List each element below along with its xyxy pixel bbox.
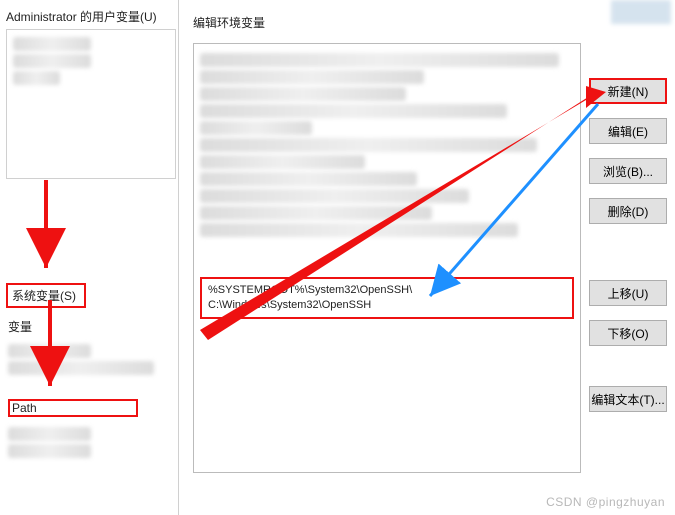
column-header-variable: 变量 — [8, 318, 176, 335]
user-vars-label: Administrator 的用户变量(U) — [6, 8, 176, 25]
edit-button[interactable]: 编辑(E) — [589, 118, 667, 144]
list-item[interactable] — [8, 344, 91, 358]
highlighted-path-entries[interactable]: %SYSTEMROOT%\System32\OpenSSH\ C:\Window… — [200, 277, 574, 319]
path-entry[interactable]: C:\Windows\System32\OpenSSH — [208, 298, 566, 313]
sysvar-path-row[interactable]: Path — [8, 399, 138, 417]
list-item[interactable] — [200, 121, 312, 135]
system-vars-label: 系统变量(S) — [6, 283, 86, 308]
list-item[interactable] — [200, 223, 518, 237]
list-item[interactable] — [200, 206, 432, 220]
move-up-button[interactable]: 上移(U) — [589, 280, 667, 306]
list-item[interactable] — [200, 172, 417, 186]
list-item[interactable] — [200, 104, 507, 118]
user-vars-listbox[interactable] — [6, 29, 176, 179]
path-entry[interactable]: %SYSTEMROOT%\System32\OpenSSH\ — [208, 283, 566, 298]
list-item[interactable] — [8, 361, 154, 375]
list-item[interactable] — [200, 138, 537, 152]
list-item[interactable] — [8, 427, 91, 441]
list-item[interactable] — [13, 54, 91, 68]
list-item[interactable] — [200, 155, 365, 169]
list-item[interactable] — [13, 37, 91, 51]
list-item[interactable] — [200, 87, 406, 101]
list-item[interactable] — [200, 70, 424, 84]
list-item[interactable] — [8, 444, 91, 458]
watermark: CSDN @pingzhuyan — [546, 495, 665, 509]
system-vars-listbox[interactable]: Path — [6, 339, 176, 463]
list-item[interactable] — [200, 189, 469, 203]
path-entries-listbox[interactable]: %SYSTEMROOT%\System32\OpenSSH\ C:\Window… — [193, 43, 581, 473]
edit-text-button[interactable]: 编辑文本(T)... — [589, 386, 667, 412]
list-item[interactable] — [200, 53, 559, 67]
dialog-title: 编辑环境变量 — [193, 14, 581, 31]
delete-button[interactable]: 删除(D) — [589, 198, 667, 224]
list-item[interactable] — [13, 71, 60, 85]
browse-button[interactable]: 浏览(B)... — [589, 158, 667, 184]
new-button[interactable]: 新建(N) — [589, 78, 667, 104]
move-down-button[interactable]: 下移(O) — [589, 320, 667, 346]
